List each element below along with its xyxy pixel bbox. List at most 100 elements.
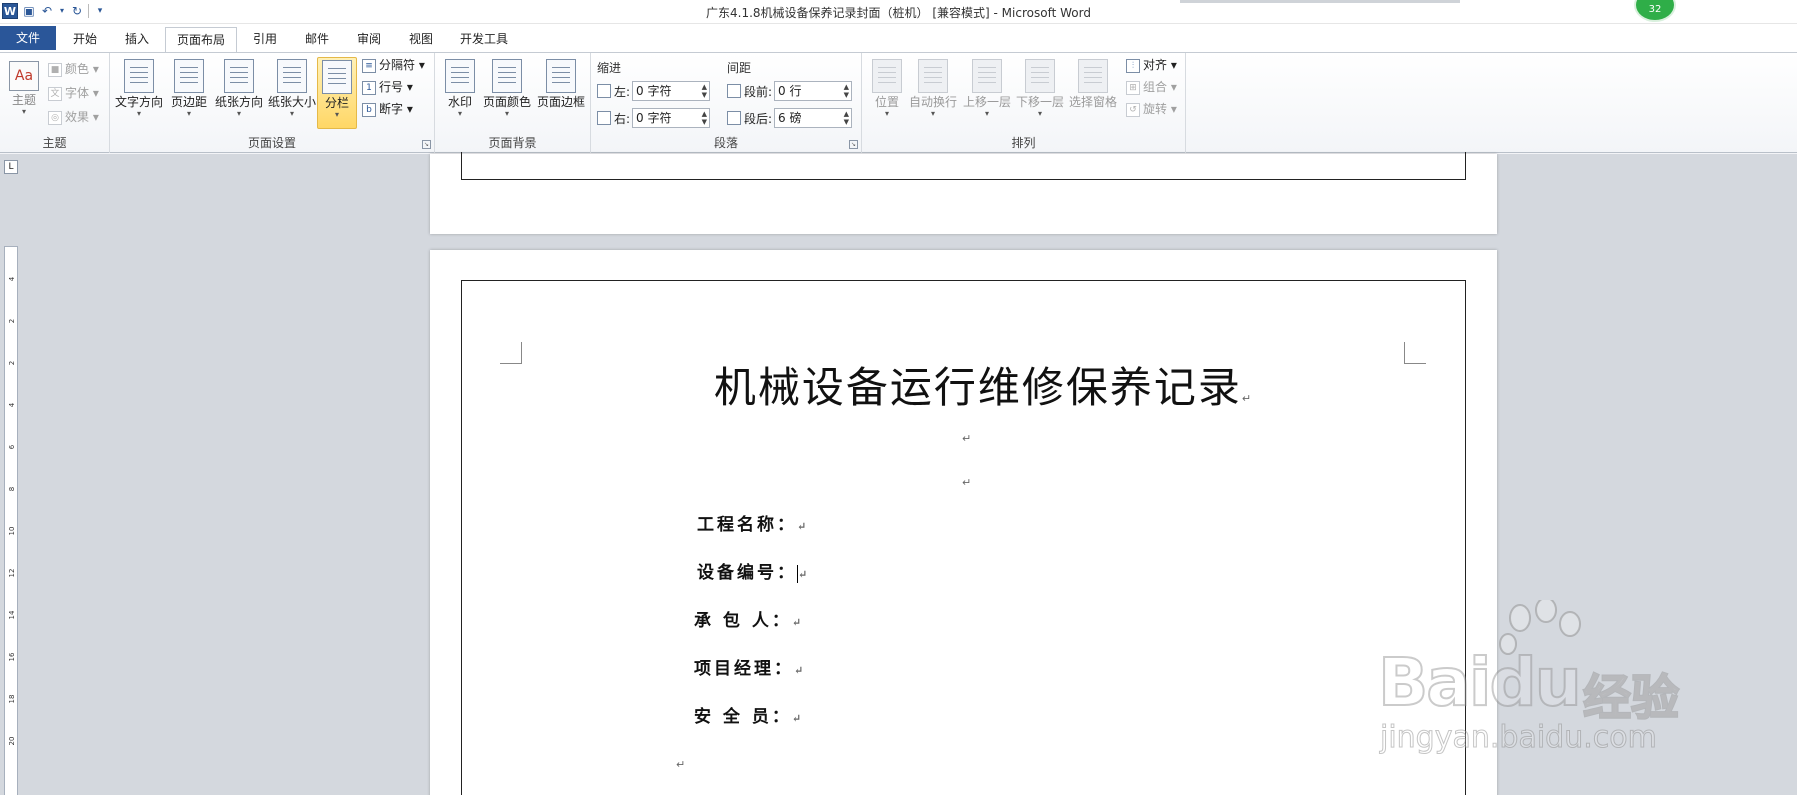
fonts-icon: 文 [48, 86, 62, 101]
group-page-setup: 文字方向 ▾ 页边距 ▾ 纸张方向 ▾ 纸张大小 ▾ 分栏 ▾ ≡ 分隔符 ▾ 1… [110, 53, 435, 153]
title-bar: W ▣ ↶ ▾ ↻ ▾ 广东4.1.8机械设备保养记录封面（桩机） [兼容模式]… [0, 0, 1797, 24]
watermark-button[interactable]: 水印 ▾ [443, 57, 477, 129]
orientation-button[interactable]: 纸张方向 ▾ [214, 57, 264, 129]
page-previous[interactable] [430, 152, 1497, 234]
spinner-icon[interactable]: ▲ ▼ [844, 83, 849, 99]
tab-references[interactable]: 引用 [242, 27, 288, 51]
size-button[interactable]: 纸张大小 ▾ [267, 57, 317, 129]
paragraph-mark-icon: ↵ [1241, 392, 1254, 405]
baidu-brand-cn: 经验 [1582, 669, 1680, 727]
tab-selector-icon[interactable]: L [4, 160, 18, 174]
ruler-tick: 18 [8, 694, 16, 704]
ruler-tick: 16 [8, 652, 16, 662]
paragraph-mark-icon: ↵ [962, 476, 972, 489]
field-contractor[interactable]: 承 包 人：↵ [694, 606, 804, 631]
overlay-strip [1180, 0, 1460, 3]
effects-icon: ◎ [48, 110, 62, 125]
field-equipment-number[interactable]: 设备编号：↵ [697, 558, 810, 583]
field-safety-officer[interactable]: 安 全 员：↵ [694, 702, 804, 727]
group-page-background: 水印 ▾ 页面颜色 ▾ 页面边框 页面背景 [435, 53, 591, 153]
spacing-after-row: 段后: 6 磅 ▲ ▼ [727, 107, 853, 129]
page-setup-launcher-icon[interactable]: ↘ [422, 140, 431, 149]
text-direction-button[interactable]: 文字方向 ▾ [114, 57, 164, 129]
chevron-down-icon: ▾ [289, 109, 294, 118]
theme-effects-button[interactable]: ◎ 效果 ▾ [48, 107, 99, 127]
hyphenation-button[interactable]: b 断字 ▾ [362, 99, 413, 119]
send-backward-icon [1025, 59, 1055, 93]
group-label-page-setup: 页面设置 [247, 136, 296, 150]
group-label-page-background: 页面背景 [488, 136, 537, 150]
tab-home[interactable]: 开始 [62, 27, 108, 51]
indent-right-row: 右: 0 字符 ▲ ▼ [597, 107, 711, 129]
group-objects-button[interactable]: ⊞ 组合 ▾ [1126, 77, 1177, 97]
breaks-button[interactable]: ≡ 分隔符 ▾ [362, 55, 425, 75]
group-themes: Aa 主题 ▾ ■ 颜色 ▾ 文字体 ▾ ◎ 效果 ▾ 主题 [0, 53, 110, 153]
tab-mailings[interactable]: 邮件 [294, 27, 340, 51]
spinner-icon[interactable]: ▲ ▼ [702, 83, 707, 99]
chevron-down-icon: ▾ [504, 109, 509, 118]
page-color-button[interactable]: 页面颜色 ▾ [481, 57, 533, 129]
ruler-tick: 6 [8, 444, 16, 450]
indent-left-row: 左: 0 字符 ▲ ▼ [597, 80, 711, 102]
tab-insert[interactable]: 插入 [114, 27, 160, 51]
paragraph-mark-icon: ↵ [962, 432, 972, 445]
selection-pane-button[interactable]: 选择窗格 [1068, 57, 1118, 129]
spacing-after-icon [727, 111, 741, 125]
paragraph-mark-icon: ↵ [676, 758, 686, 771]
tab-review[interactable]: 审阅 [346, 27, 392, 51]
group-icon: ⊞ [1126, 80, 1140, 95]
hyphenation-icon: b [362, 102, 376, 117]
ruler-tick: 8 [8, 486, 16, 492]
field-project-manager[interactable]: 项目经理：↵ [694, 654, 806, 679]
themes-button[interactable]: Aa 主题 ▾ [4, 57, 44, 129]
rotate-button[interactable]: ↺ 旋转 ▾ [1126, 99, 1177, 119]
align-button[interactable]: ⫶ 对齐 ▾ [1126, 55, 1177, 75]
wrap-text-button[interactable]: 自动换行 ▾ [908, 57, 958, 129]
bring-forward-icon [972, 59, 1002, 93]
spinner-icon[interactable]: ▲ ▼ [702, 110, 707, 126]
theme-colors-button[interactable]: ■ 颜色 ▾ [48, 59, 99, 79]
vertical-ruler[interactable]: 4 2 2 4 6 8 10 12 14 16 18 20 [4, 246, 18, 795]
chevron-down-icon: ▾ [457, 109, 462, 118]
paragraph-mark-icon: ↵ [794, 664, 807, 677]
ruler-tick: 12 [8, 568, 16, 578]
spacing-header: 间距 [727, 61, 752, 75]
indent-right-input[interactable]: 0 字符 ▲ ▼ [632, 108, 711, 128]
baidu-watermark: Baidu 经验 jingyan.baidu.com [1377, 600, 1708, 756]
paragraph-mark-icon: ↵ [797, 520, 810, 533]
position-icon [872, 59, 902, 93]
document-title[interactable]: 机械设备运行维修保养记录↵ [0, 354, 1797, 415]
bring-forward-button[interactable]: 上移一层 ▾ [962, 57, 1012, 129]
paragraph-launcher-icon[interactable]: ↘ [849, 140, 858, 149]
spinner-icon[interactable]: ▲ ▼ [844, 110, 849, 126]
margins-button[interactable]: 页边距 ▾ [168, 57, 210, 129]
position-button[interactable]: 位置 ▾ [872, 57, 902, 129]
page-borders-icon [546, 59, 576, 93]
page-current[interactable] [430, 250, 1497, 795]
theme-fonts-button[interactable]: 文字体 ▾ [48, 83, 99, 103]
tab-developer[interactable]: 开发工具 [452, 27, 516, 51]
tab-view[interactable]: 视图 [398, 27, 444, 51]
ribbon: Aa 主题 ▾ ■ 颜色 ▾ 文字体 ▾ ◎ 效果 ▾ 主题 文字方向 ▾ 页边距 … [0, 52, 1797, 153]
tab-file[interactable]: 文件 [0, 26, 56, 50]
line-numbers-icon: 1 [362, 80, 376, 95]
breaks-icon: ≡ [362, 58, 376, 73]
orientation-icon [224, 59, 254, 93]
tab-page-layout[interactable]: 页面布局 [165, 27, 237, 53]
indent-header: 缩进 [597, 61, 622, 75]
page-color-icon [492, 59, 522, 93]
margins-icon [174, 59, 204, 93]
line-numbers-button[interactable]: 1 行号 ▾ [362, 77, 413, 97]
page-borders-button[interactable]: 页面边框 [535, 57, 587, 129]
chevron-down-icon: ▾ [930, 109, 935, 118]
page-border-previous [461, 152, 1466, 180]
group-label-paragraph: 段落 [713, 136, 738, 150]
spacing-after-input[interactable]: 6 磅 ▲ ▼ [774, 108, 853, 128]
chevron-down-icon: ▾ [984, 109, 989, 118]
field-project-name[interactable]: 工程名称：↵ [697, 510, 809, 535]
send-backward-button[interactable]: 下移一层 ▾ [1015, 57, 1065, 129]
columns-button[interactable]: 分栏 ▾ [317, 57, 357, 129]
group-label-themes: 主题 [42, 136, 67, 150]
spacing-before-input[interactable]: 0 行 ▲ ▼ [774, 81, 853, 101]
indent-left-input[interactable]: 0 字符 ▲ ▼ [632, 81, 711, 101]
